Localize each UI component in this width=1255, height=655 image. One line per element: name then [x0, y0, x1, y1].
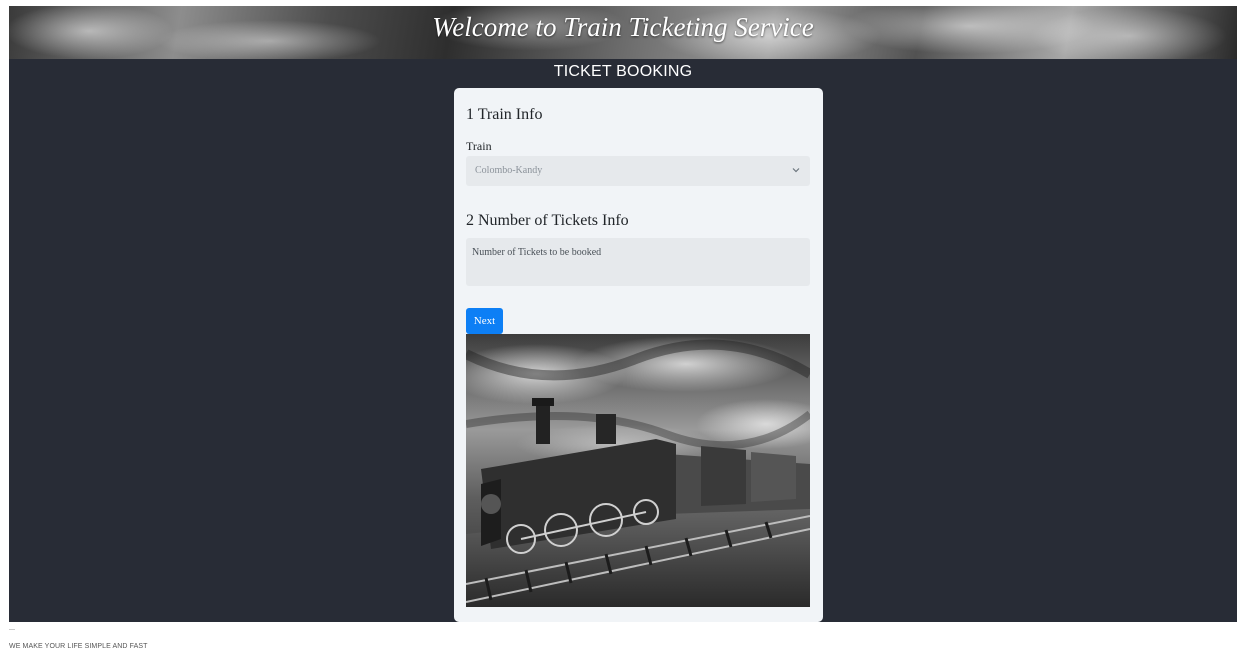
footer-tagline: WE MAKE YOUR LIFE SIMPLE AND FAST [9, 643, 148, 650]
page-frame: Welcome to Train Ticketing Service TICKE… [9, 6, 1237, 622]
chevron-down-icon [792, 168, 800, 173]
steam-train-image [466, 334, 810, 607]
tickets-count-placeholder: Number of Tickets to be booked [472, 247, 602, 258]
page-title: Welcome to Train Ticketing Service [432, 12, 814, 42]
hero-banner: Welcome to Train Ticketing Service [9, 6, 1237, 59]
footer-divider: --- [9, 627, 15, 633]
train-select[interactable]: Colombo-Kandy [466, 156, 810, 186]
tickets-count-input[interactable]: Number of Tickets to be booked [466, 238, 810, 286]
step-train-info-title: 1 Train Info [466, 106, 543, 123]
train-select-value: Colombo-Kandy [475, 165, 543, 176]
booking-form-card: 1 Train Info Train Colombo-Kandy 2 Numbe… [454, 88, 823, 622]
step-tickets-info-title: 2 Number of Tickets Info [466, 212, 629, 229]
section-heading: TICKET BOOKING [553, 63, 693, 80]
next-button[interactable]: Next [466, 308, 503, 334]
train-label: Train [466, 139, 492, 153]
